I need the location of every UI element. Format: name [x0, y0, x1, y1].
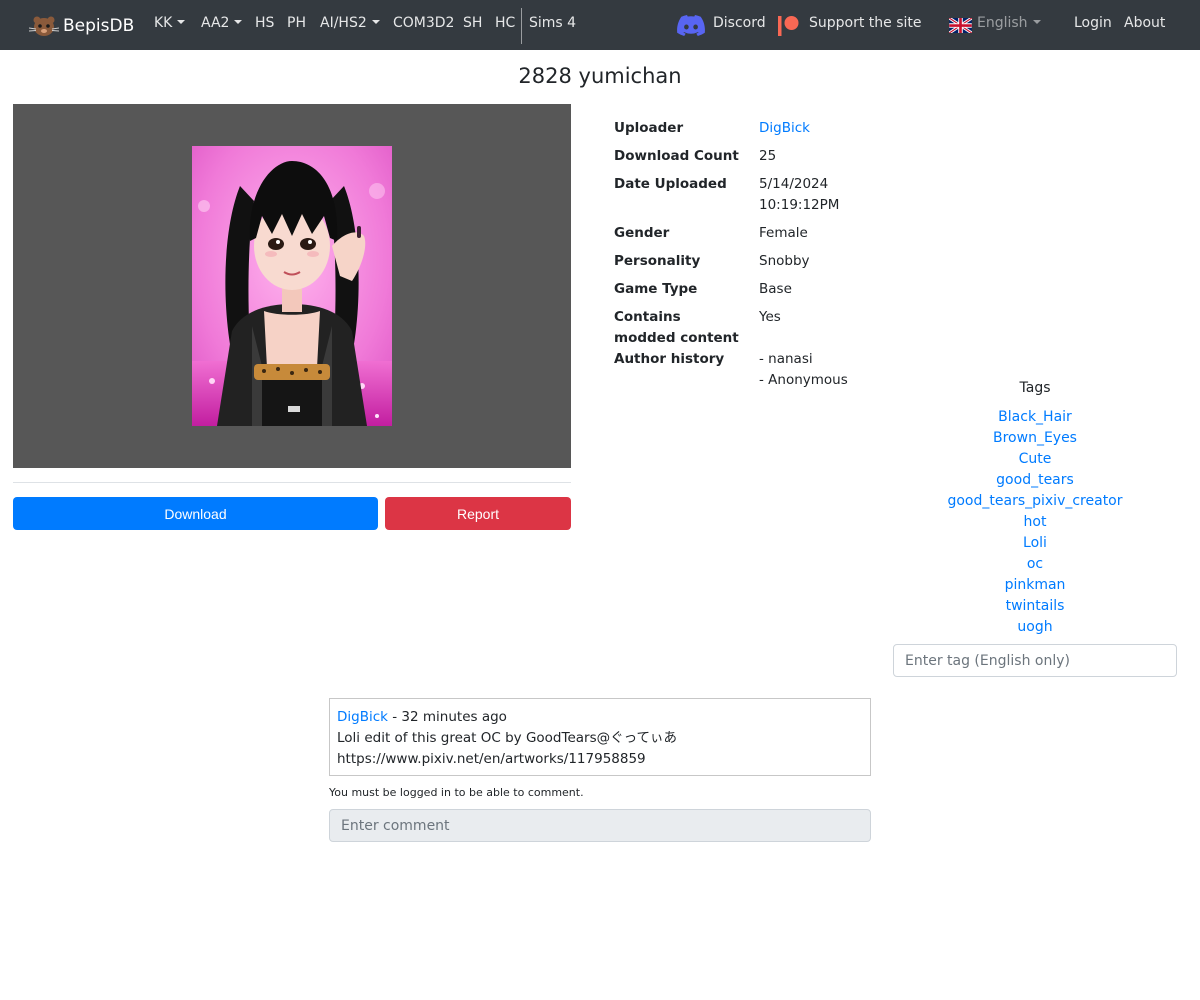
page-title: 2828 yumichan — [518, 64, 682, 88]
nav-hc[interactable]: HC — [495, 15, 515, 31]
tag-input[interactable] — [893, 644, 1177, 677]
author-history-list: - nanasi - Anonymous — [759, 349, 889, 391]
tag-link[interactable]: good_tears_pixiv_creator — [893, 491, 1177, 512]
tag-link[interactable]: Brown_Eyes — [893, 428, 1177, 449]
caret-down-icon — [371, 20, 380, 24]
uploader-label: Uploader — [614, 120, 684, 136]
nav-hs[interactable]: HS — [255, 15, 274, 31]
download-button[interactable]: Download — [13, 497, 378, 530]
character-illustration — [192, 146, 392, 426]
about-link[interactable]: About — [1124, 15, 1165, 31]
comment-item: DigBick - 32 minutes ago Loli edit of th… — [329, 698, 871, 776]
discord-link[interactable]: Discord — [713, 15, 766, 31]
date-uploaded-label: Date Uploaded — [614, 176, 727, 192]
language-label: English — [977, 15, 1028, 31]
modded-content-value: Yes — [759, 309, 781, 325]
date-uploaded-value: 5/14/2024 10:19:12PM — [759, 174, 889, 216]
nav-kk-dropdown[interactable]: KK — [154, 15, 186, 31]
discord-icon[interactable] — [677, 15, 705, 36]
support-link[interactable]: Support the site — [809, 15, 922, 31]
gender-value: Female — [759, 225, 808, 241]
tag-link[interactable]: uogh — [893, 617, 1177, 638]
tag-link[interactable]: good_tears — [893, 470, 1177, 491]
login-required-note: You must be logged in to be able to comm… — [329, 786, 584, 799]
comment-text: https://www.pixiv.net/en/artworks/117958… — [337, 751, 646, 767]
nav-com3d2[interactable]: COM3D2 — [393, 15, 454, 31]
nav-kk-label: KK — [154, 15, 173, 31]
card-preview-panel — [13, 104, 571, 468]
nav-sims4[interactable]: Sims 4 — [529, 15, 576, 31]
uploader-link[interactable]: DigBick — [759, 118, 889, 139]
caret-down-icon — [234, 20, 243, 24]
comment-text: Loli edit of this great OC by GoodTears@… — [337, 730, 677, 746]
tag-link[interactable]: Black_Hair — [893, 407, 1177, 428]
modded-content-label: Contains modded content — [614, 307, 754, 349]
bepis-logo-icon — [29, 16, 59, 36]
caret-down-icon — [177, 20, 186, 24]
personality-value: Snobby — [759, 253, 810, 269]
comment-author-link[interactable]: DigBick — [337, 709, 388, 725]
author-history-label: Author history — [614, 351, 725, 367]
nav-divider — [521, 8, 522, 44]
uk-flag-icon — [949, 18, 972, 33]
nav-ai-hs2-dropdown[interactable]: AI/HS2 — [320, 15, 380, 31]
navbar: BepisDB KK AA2 HS PH AI/HS2 COM3D2 SH HC… — [0, 0, 1200, 50]
download-count-value: 25 — [759, 148, 777, 164]
nav-sh[interactable]: SH — [463, 15, 482, 31]
comment-header: DigBick - 32 minutes ago — [337, 707, 863, 728]
language-dropdown[interactable]: English — [977, 15, 1041, 31]
nav-ai-hs2-label: AI/HS2 — [320, 15, 367, 31]
brand-name: BepisDB — [63, 16, 135, 36]
nav-ph[interactable]: PH — [287, 15, 306, 31]
modded-label-line: modded content — [614, 330, 739, 346]
modded-label-line: Contains — [614, 309, 681, 325]
report-button[interactable]: Report — [385, 497, 571, 530]
tag-link[interactable]: Cute — [893, 449, 1177, 470]
brand-link[interactable]: BepisDB — [29, 13, 134, 39]
nav-aa2-dropdown[interactable]: AA2 — [201, 15, 243, 31]
download-count-label: Download Count — [614, 148, 739, 164]
author-history-item: - nanasi — [759, 351, 813, 367]
author-history-item: - Anonymous — [759, 372, 848, 388]
comment-timestamp: - 32 minutes ago — [387, 709, 507, 725]
tag-link[interactable]: Loli — [893, 533, 1177, 554]
tag-link[interactable]: hot — [893, 512, 1177, 533]
time-line: 10:19:12PM — [759, 197, 840, 213]
nav-aa2-label: AA2 — [201, 15, 230, 31]
caret-down-icon — [1032, 20, 1041, 24]
patreon-icon[interactable] — [778, 15, 800, 37]
gender-label: Gender — [614, 225, 670, 241]
personality-label: Personality — [614, 253, 701, 269]
tag-link[interactable]: oc — [893, 554, 1177, 575]
tag-link[interactable]: pinkman — [893, 575, 1177, 596]
card-preview-image[interactable] — [192, 146, 392, 426]
tags-list: Black_Hair Brown_Eyes Cute good_tears go… — [893, 407, 1177, 638]
login-link[interactable]: Login — [1074, 15, 1112, 31]
tags-heading: Tags — [1019, 380, 1051, 396]
game-type-label: Game Type — [614, 281, 698, 297]
comment-input[interactable] — [329, 809, 871, 842]
tag-link[interactable]: twintails — [893, 596, 1177, 617]
divider — [13, 482, 571, 483]
date-line: 5/14/2024 — [759, 176, 829, 192]
game-type-value: Base — [759, 281, 792, 297]
